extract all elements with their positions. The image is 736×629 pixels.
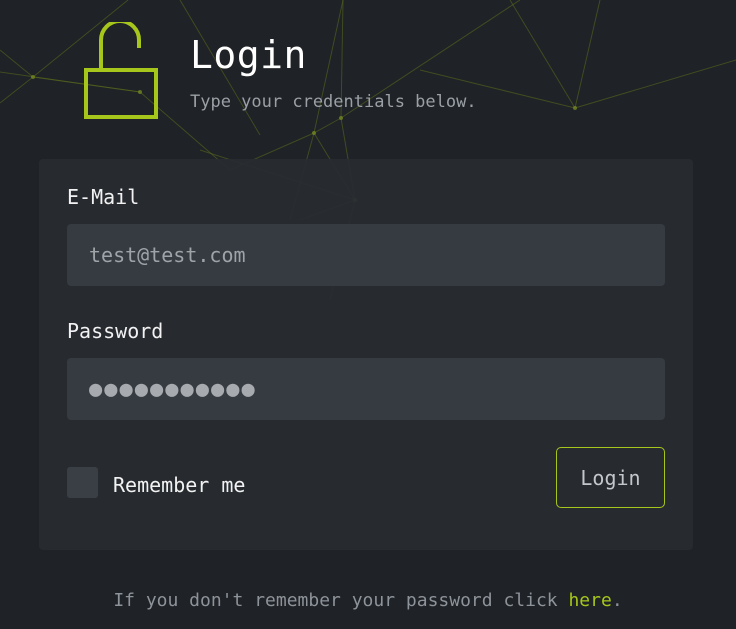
password-label: Password (67, 319, 164, 343)
email-label: E-Mail (67, 185, 140, 209)
unlocked-padlock-icon (84, 22, 158, 119)
password-field[interactable] (67, 358, 665, 420)
page-subtitle: Type your credentials below. (190, 92, 477, 112)
remember-me-label[interactable]: Remember me (113, 473, 245, 497)
login-page: Login Type your credentials below. E-Mai… (0, 0, 736, 629)
forgot-password-hint: If you don't remember your password clic… (0, 590, 736, 611)
page-title: Login (190, 33, 307, 77)
email-field[interactable] (67, 224, 665, 286)
forgot-password-text: If you don't remember your password clic… (113, 590, 569, 611)
forgot-password-period: . (611, 590, 623, 611)
login-button[interactable]: Login (556, 447, 665, 508)
login-form-card: E-Mail Password Remember me Login (39, 159, 693, 550)
remember-me-checkbox[interactable] (67, 467, 98, 498)
forgot-password-link[interactable]: here (568, 590, 611, 611)
